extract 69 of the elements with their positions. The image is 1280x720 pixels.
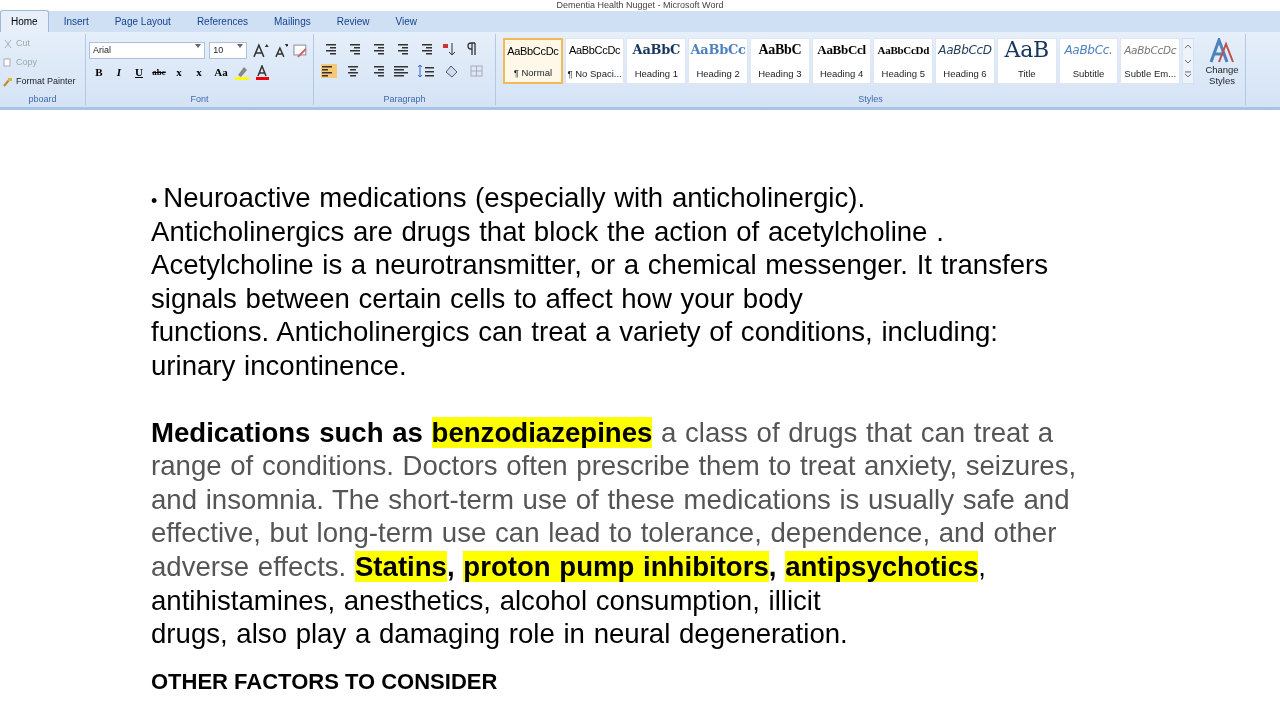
ribbon-tab[interactable]: Insert [52, 10, 100, 32]
pilcrow-icon[interactable] [465, 42, 479, 56]
group-label: pboard [27, 93, 58, 105]
bullet: • [151, 191, 158, 211]
change-case-button[interactable]: Aa [209, 63, 233, 82]
font-size-field[interactable]: 10 [209, 42, 247, 59]
sort-icon[interactable] [441, 42, 457, 56]
style-gallery-item[interactable]: AaBbCc. Subtitle [1058, 38, 1119, 84]
italic-button[interactable]: I [109, 63, 129, 82]
text-line: Acetylcholine is a neurotransmitter, or a chemical messenger. It transfers [151, 249, 1048, 281]
style-gallery-item[interactable]: AaB Title [996, 38, 1057, 84]
dropdown-icon[interactable] [236, 44, 243, 48]
highlighted-text: proton pump inhibitors [463, 550, 769, 582]
gallery-scroll-icon[interactable] [1182, 38, 1194, 84]
section-heading: OTHER FACTORS TO CONSIDER [151, 667, 499, 696]
strikethrough-button[interactable]: abc [149, 63, 169, 82]
justify-icon[interactable] [393, 64, 409, 78]
style-gallery-item[interactable]: AaBbC Heading 3 [749, 38, 810, 84]
group-label: Font [189, 93, 210, 105]
style-gallery-item[interactable]: AaBbCcDc Subtle Em... [1120, 38, 1181, 84]
center-icon[interactable] [345, 64, 361, 78]
group-label: Paragraph [382, 93, 427, 105]
ribbon-tab[interactable]: Home [0, 10, 49, 32]
style-gallery-item[interactable]: AaBbCc Heading 2 [688, 38, 748, 84]
text-line: a class of drugs that can treat a [660, 416, 1054, 448]
ribbon-tab[interactable]: Review [325, 10, 381, 32]
line-spacing-icon[interactable] [417, 64, 435, 78]
style-gallery-item[interactable]: AaBbCcDc ¶ Normal [503, 38, 563, 84]
styles-icon[interactable] [1209, 38, 1235, 64]
text-line: signals between certain cells to affect how your body [151, 282, 803, 314]
highlighted-text: benzodiazepines [431, 416, 653, 448]
text-line: Medications such as [151, 416, 424, 448]
grow-font-icon[interactable] [250, 42, 269, 59]
text-line: range of conditions. Doctors often prescribe them to treat anxiety, seizures, [151, 450, 1077, 482]
text-line: and insomnia. The short-term use of these medications is usually safe and [151, 483, 1070, 515]
underline-button[interactable]: U [129, 63, 149, 82]
font-name-field[interactable]: Arial [89, 42, 206, 59]
text-line: , [768, 550, 778, 582]
text-line: adverse effects. [151, 550, 348, 582]
subscript-button[interactable]: x [169, 63, 189, 82]
text-line: Neuroactive medications (especially with anticholinergic). [163, 182, 866, 213]
shrink-font-icon[interactable] [272, 42, 289, 59]
dropdown-icon[interactable] [195, 44, 202, 48]
text-line: , [446, 550, 456, 582]
highlighted-text: antipsychotics [785, 550, 979, 582]
highlighted-text: Statins [354, 550, 447, 582]
text-line: antihistamines, anesthetics, alcohol consumption, illicit [151, 584, 821, 616]
text-line: urinary incontinence. [151, 349, 407, 381]
style-gallery-item[interactable]: AaBbCcl Heading 4 [811, 38, 872, 84]
text-line: drugs, also play a damaging role in neural degeneration. [151, 618, 848, 650]
text-line: functions. Anticholinergics can treat a variety of conditions, including: [151, 316, 998, 348]
group-label: Styles [857, 93, 884, 105]
ribbon-tab[interactable]: References [185, 10, 259, 32]
text-line: Anticholinergics are drugs that block the action of acetylcholine . [151, 215, 944, 247]
ribbon-tab[interactable]: View [384, 10, 428, 32]
style-gallery-item[interactable]: AaBbCcDd Heading 5 [873, 38, 934, 84]
format-painter-button[interactable]: Format Painter [16, 74, 76, 89]
ribbon-tab[interactable]: Mailings [263, 10, 322, 32]
style-gallery-item[interactable]: AaBbCcD Heading 6 [935, 38, 995, 84]
text-line: effective, but long-term use can lead to tolerance, dependence, and other [151, 517, 1057, 549]
change-styles-button[interactable]: Change Styles [1202, 64, 1242, 86]
bold-button[interactable]: B [89, 63, 109, 82]
superscript-button[interactable]: x [189, 63, 209, 82]
window-title: Dementia Health Nugget - Microsoft Word [556, 0, 724, 10]
align-left-icon[interactable] [321, 64, 337, 78]
text-line: , [978, 550, 987, 582]
style-gallery-item[interactable]: AaBbC Heading 1 [626, 38, 687, 84]
style-gallery-item[interactable]: AaBbCcDc ¶ No Spaci... [564, 38, 625, 84]
ribbon-tab[interactable]: Page Layout [103, 10, 182, 32]
